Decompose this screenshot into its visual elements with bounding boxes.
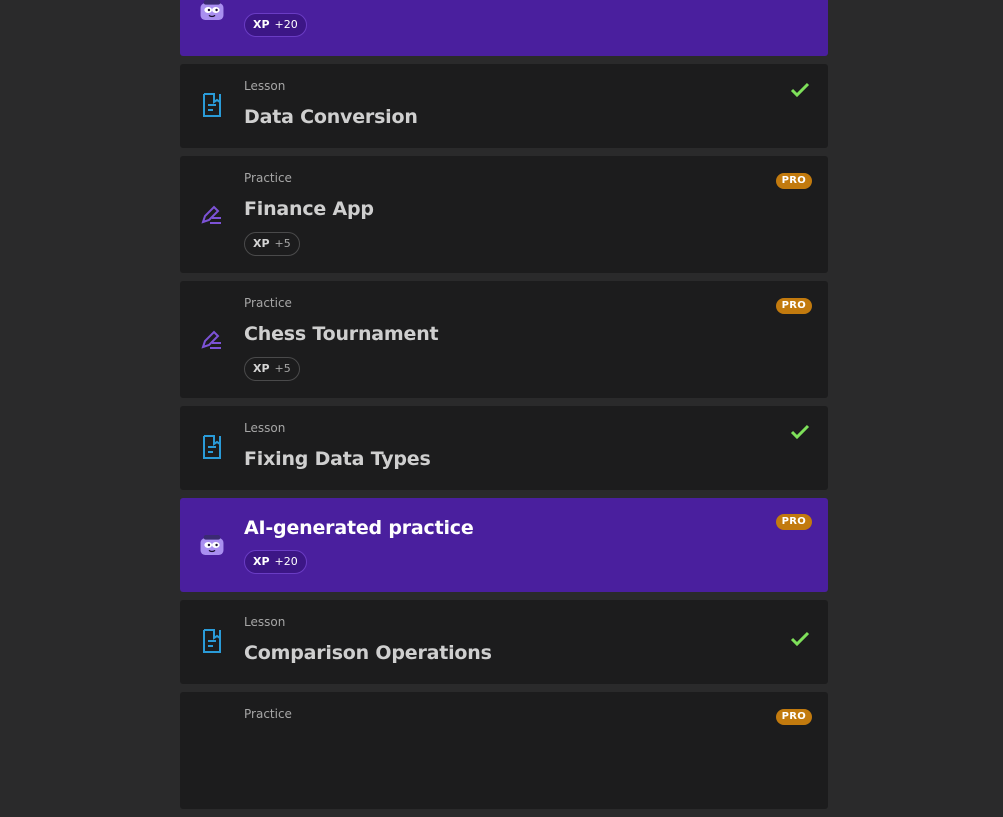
ai-mascot-icon [199, 532, 225, 558]
pro-badge: PRO [775, 173, 812, 189]
xp-badge: XP +20 [244, 13, 307, 37]
card-title: Finance App [244, 198, 374, 220]
xp-badge: XP +20 [244, 550, 307, 574]
card-title: Fixing Data Types [244, 448, 431, 470]
card-type-label: Practice [244, 296, 292, 310]
card-title: AI-generated practice [244, 517, 474, 539]
xp-badge: XP +5 [244, 357, 300, 381]
checkmark-icon [790, 631, 810, 647]
lesson-document-icon [199, 434, 225, 460]
xp-badge: XP +5 [244, 232, 300, 256]
card-title: Data Conversion [244, 106, 418, 128]
lesson-document-icon [199, 92, 225, 118]
lesson-card[interactable]: Lesson Comparison Operations [180, 600, 828, 684]
lesson-card[interactable]: Lesson Fixing Data Types [180, 406, 828, 490]
practice-card[interactable]: Practice Finance App XP +5 PRO [180, 156, 828, 273]
ai-mascot-icon [199, 0, 225, 23]
card-type-label: Practice [244, 171, 292, 185]
lesson-document-icon [199, 628, 225, 654]
pro-badge: PRO [775, 709, 812, 725]
practice-pencil-icon [199, 327, 225, 353]
card-title: Comparison Operations [244, 642, 492, 664]
checkmark-icon [790, 82, 810, 98]
card-title: Chess Tournament [244, 323, 439, 345]
ai-practice-card[interactable]: XP +20 [180, 0, 828, 56]
pro-badge: PRO [775, 514, 812, 530]
ai-practice-card[interactable]: AI-generated practice XP +20 PRO [180, 498, 828, 592]
pro-badge: PRO [775, 298, 812, 314]
practice-pencil-icon [199, 202, 225, 228]
card-type-label: Lesson [244, 615, 286, 629]
practice-card[interactable]: Practice Chess Tournament XP +5 PRO [180, 281, 828, 398]
lesson-card[interactable]: Lesson Data Conversion [180, 64, 828, 148]
card-type-label: Practice [244, 707, 292, 721]
card-type-label: Lesson [244, 79, 286, 93]
card-type-label: Lesson [244, 421, 286, 435]
practice-card[interactable]: Practice PRO [180, 692, 828, 809]
checkmark-icon [790, 424, 810, 440]
lesson-list: XP +20 Lesson Data Conversion Practice F… [180, 0, 828, 817]
